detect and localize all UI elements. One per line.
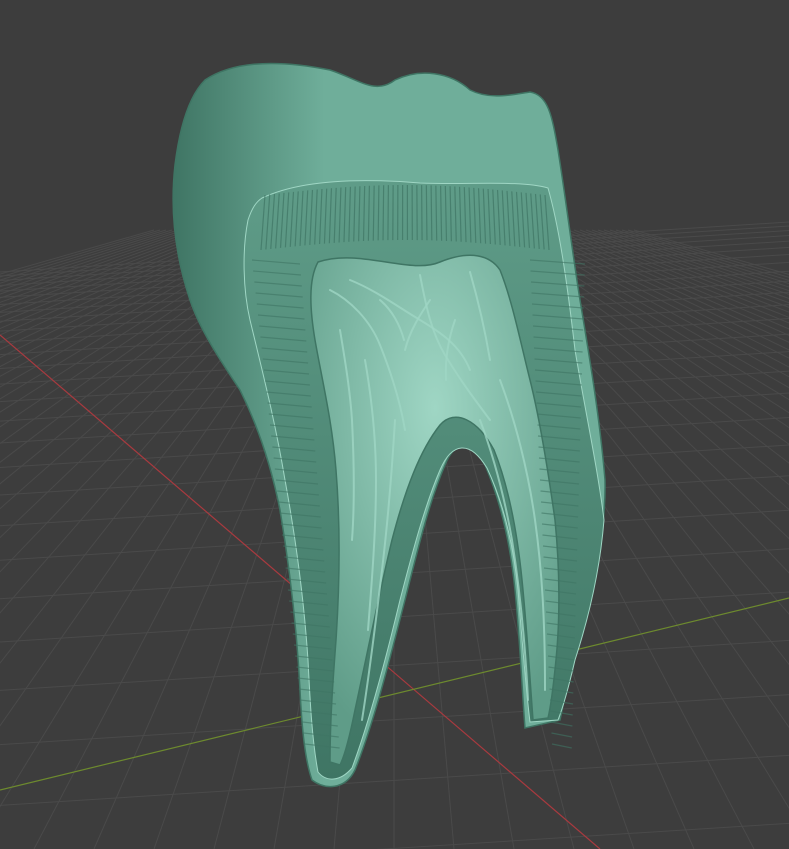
grid-line <box>609 229 789 288</box>
viewport-canvas[interactable] <box>0 0 789 849</box>
3d-viewport[interactable] <box>0 0 789 849</box>
dentin-ridge <box>382 185 385 241</box>
molar-tooth-model[interactable] <box>172 62 606 788</box>
grid-line <box>633 229 789 275</box>
grid-line <box>615 229 789 285</box>
grid-line <box>0 229 221 318</box>
dentin-ridge <box>551 732 573 738</box>
dentin-ridge <box>425 185 428 241</box>
grid-line <box>585 229 789 304</box>
dentin-ridge <box>377 185 380 241</box>
dentin-ridge <box>430 185 433 241</box>
dentin-ridge <box>550 721 573 727</box>
grid-line <box>627 229 789 278</box>
dentin-ridge <box>551 743 572 749</box>
grid-line <box>0 229 173 284</box>
